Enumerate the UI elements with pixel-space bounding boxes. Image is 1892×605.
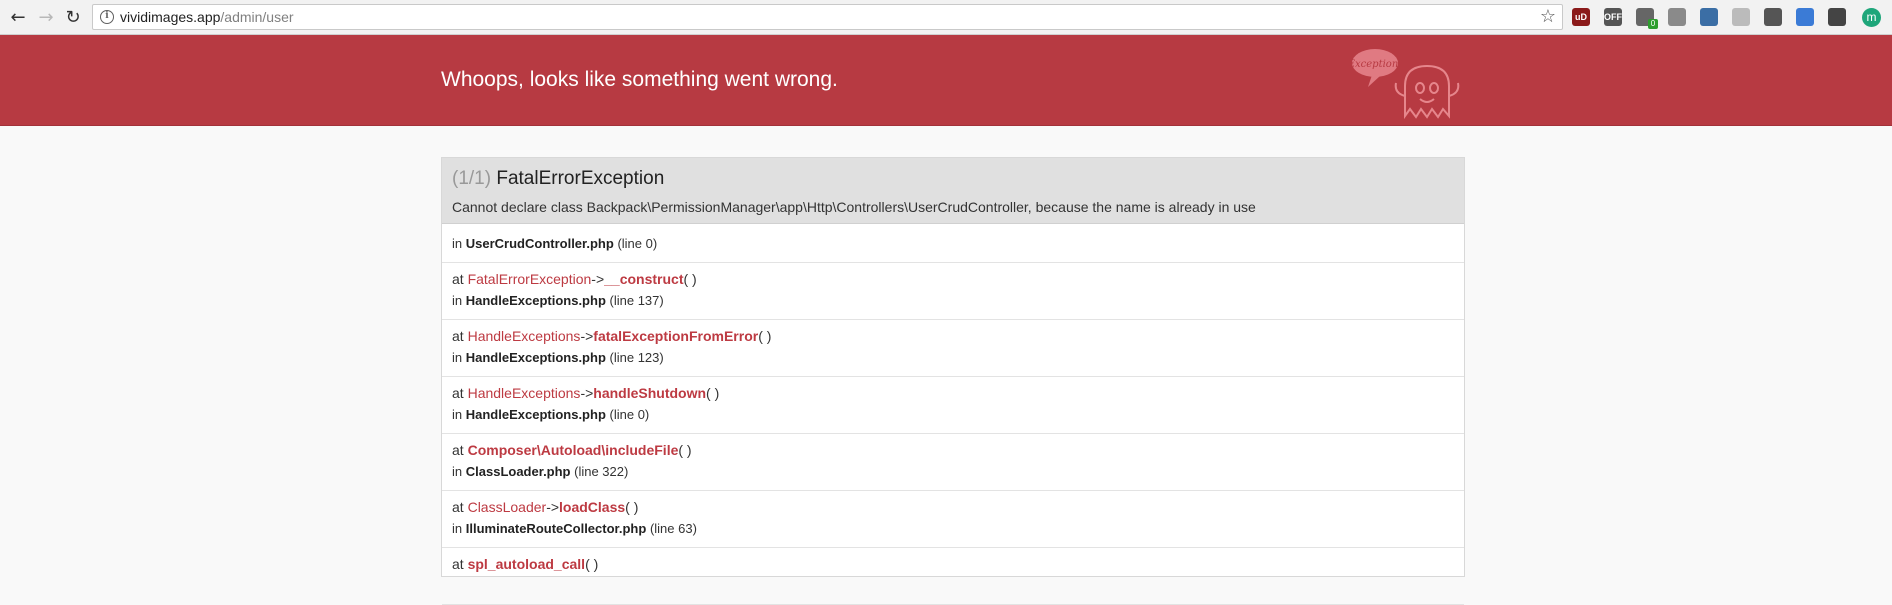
in-word: in [452,464,463,479]
in-word: in [452,407,463,422]
exception-panel: (1/1) FatalErrorException Cannot declare… [441,157,1465,605]
call-parens: ( ) [706,385,720,401]
star-icon[interactable]: ☆ [1540,6,1556,27]
back-button[interactable]: ← [8,6,28,28]
trace-class: HandleExceptions [467,328,581,344]
arrow-separator: -> [546,499,560,515]
trace-function: fatalExceptionFromError [593,328,759,344]
in-word: in [452,350,463,365]
trace-line: (line 63) [649,521,697,536]
call-parens: ( ) [625,499,639,515]
trace-line: (line 0) [617,236,658,251]
bubble-text: Exception! [1350,59,1402,70]
error-banner: Whoops, looks like something went wrong.… [0,35,1892,126]
trace-call: at HandleExceptions->fatalExceptionFromE… [452,328,1454,350]
arrow-separator: -> [580,385,594,401]
trace-file: UserCrudController.php [465,236,614,251]
at-word: at [452,328,464,344]
gear-extension-icon[interactable] [1764,8,1782,26]
trace-line: (line 0) [609,407,650,422]
trace-location: in HandleExceptions.php (line 0) [452,407,1454,422]
reload-button[interactable]: ↻ [63,6,83,28]
trace-location: in ClassLoader.php (line 322) [452,464,1454,479]
trace-location: in IlluminateRouteCollector.php (line 63… [452,521,1454,536]
reload-icon: ↻ [65,6,81,28]
trace-location: in HandleExceptions.php (line 123) [452,350,1454,365]
exception-message: Cannot declare class Backpack\Permission… [452,199,1256,215]
trace-function: Composer\Autoload\includeFile [467,442,679,458]
trace-file: HandleExceptions.php [465,293,606,308]
forward-button[interactable]: → [36,6,56,28]
trace-frame: at ClassLoader->loadClass( ) in Illuminat… [442,491,1464,548]
trace-function: handleShutdown [593,385,707,401]
url-host: vividimages.app [120,9,221,25]
trace-class: HandleExceptions [467,385,581,401]
url-path: /admin/user [220,9,294,25]
trace-line: (line 137) [609,293,664,308]
off-toggle-icon[interactable]: OFF [1604,8,1622,26]
exception-title: (1/1) FatalErrorException [452,168,1454,190]
at-word: at [452,499,464,515]
trace-file: HandleExceptions.php [465,407,606,422]
url-text[interactable]: vividimages.app/admin/user [120,9,294,25]
trace-frame: at FatalErrorException->__construct( ) in… [442,263,1464,320]
arrow-separator: -> [580,328,594,344]
trace-origin: in UserCrudController.php (line 0) [442,224,1464,263]
trace-file: IlluminateRouteCollector.php [465,521,647,536]
page-title: Whoops, looks like something went wrong. [441,68,838,91]
trace-line: (line 322) [574,464,629,479]
arrow-left-icon: ← [10,6,26,28]
arrow-right-icon: → [38,6,54,28]
in-word: in [452,236,463,251]
film-icon[interactable] [1828,8,1846,26]
trace-frame: at HandleExceptions->handleShutdown( ) in… [442,377,1464,434]
exception-count: (1/1) [452,168,492,189]
at-word: at [452,385,464,401]
extension-badge: 0 [1648,19,1658,29]
trace-call: at Composer\Autoload\includeFile( ) [452,442,1454,464]
eyedropper-icon[interactable] [1700,8,1718,26]
trace-class: ClassLoader [467,499,547,515]
trace-call: at ClassLoader->loadClass( ) [452,499,1454,521]
trace-function: __construct [604,271,684,287]
at-word: at [452,442,464,458]
call-parens: ( ) [678,442,692,458]
trace-class: FatalErrorException [467,271,592,287]
feather-icon[interactable] [1732,8,1750,26]
trace-call: at HandleExceptions->handleShutdown( ) [452,385,1454,407]
trace-file: ClassLoader.php [465,464,571,479]
at-word: at [452,271,464,287]
browser-toolbar: ← → ↻ i vividimages.app/admin/user ☆ uD O… [0,0,1892,35]
trace-frame: at spl_autoload_call( ) [442,548,1464,605]
trace-frame: at HandleExceptions->fatalExceptionFromE… [442,320,1464,377]
trace-location: in HandleExceptions.php (line 137) [452,293,1454,308]
call-parens: ( ) [758,328,772,344]
grid-extension-icon[interactable] [1668,8,1686,26]
in-word: in [452,293,463,308]
info-icon[interactable]: i [100,10,114,24]
arrow-separator: -> [591,271,605,287]
trace-call: at spl_autoload_call( ) [452,556,1454,578]
in-word: in [452,521,463,536]
trace-function: loadClass [559,499,626,515]
ublock-icon[interactable]: uD [1572,8,1590,26]
ghost-mascot-icon: Exception! [1350,49,1460,120]
address-bar[interactable]: i vividimages.app/admin/user ☆ [92,4,1563,30]
trace-line: (line 123) [609,350,664,365]
profile-avatar[interactable]: m [1862,8,1881,27]
call-parens: ( ) [683,271,697,287]
trace-file: HandleExceptions.php [465,350,606,365]
translate-icon[interactable] [1796,8,1814,26]
trace-frame: at Composer\Autoload\includeFile( ) in Cl… [442,434,1464,491]
exception-name: FatalErrorException [496,168,665,189]
trace-call: at FatalErrorException->__construct( ) [452,271,1454,293]
exception-header: (1/1) FatalErrorException Cannot declare… [442,158,1464,224]
